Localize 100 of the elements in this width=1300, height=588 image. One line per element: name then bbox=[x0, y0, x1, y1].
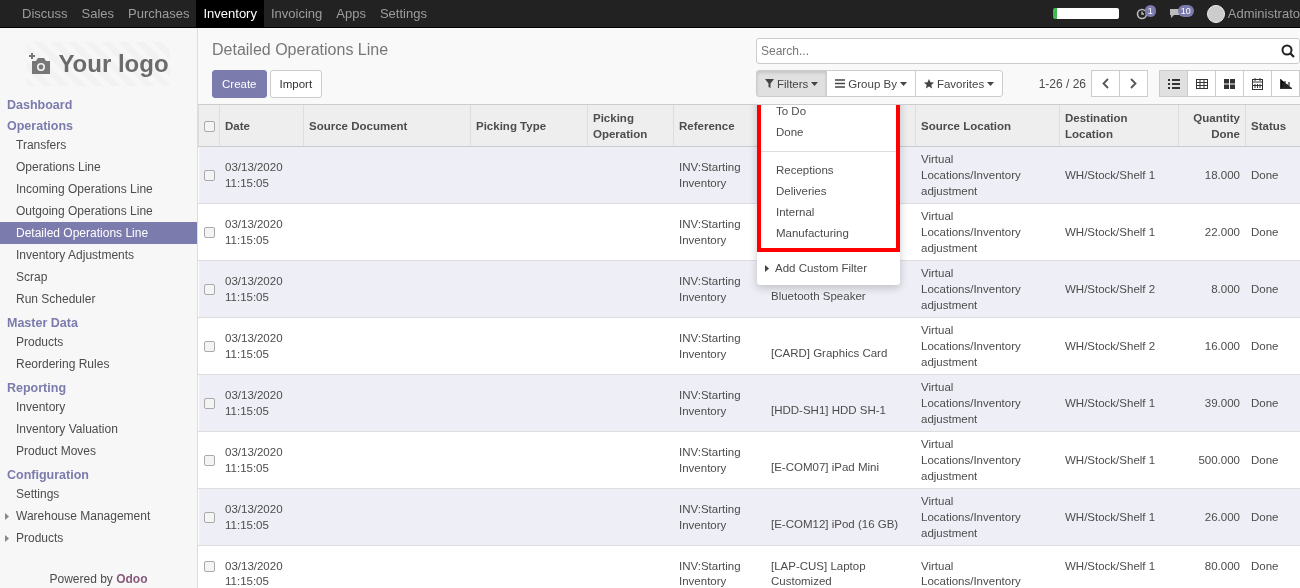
sidebar-item[interactable]: Inventory Adjustments bbox=[0, 244, 197, 266]
menu-item-label[interactable]: Run Scheduler bbox=[16, 292, 96, 306]
row-checkbox[interactable] bbox=[204, 512, 215, 524]
import-button[interactable]: Import bbox=[269, 70, 323, 98]
sidebar-item[interactable]: Inventory bbox=[0, 396, 197, 418]
menu-item-label[interactable]: Scrap bbox=[16, 270, 48, 284]
activity-icon[interactable] bbox=[1135, 7, 1148, 20]
menu-item-label[interactable]: Operations Line bbox=[16, 160, 101, 174]
caret-icon[interactable] bbox=[5, 512, 9, 520]
app-menu-item[interactable]: Invoicing bbox=[263, 0, 330, 27]
menu-item-label[interactable]: Transfers bbox=[16, 138, 67, 152]
app-menu-item[interactable]: Inventory bbox=[196, 0, 264, 27]
menu-item-label[interactable]: Products bbox=[16, 531, 64, 545]
add-custom-filter[interactable]: Add Custom Filter bbox=[757, 252, 900, 281]
menu-section-title[interactable]: Reporting bbox=[0, 380, 197, 396]
app-menu-item[interactable]: Apps bbox=[329, 0, 373, 27]
table-cell: WH/Stock/Shelf 2 bbox=[1065, 283, 1156, 295]
menu-section-title[interactable]: Configuration bbox=[0, 467, 197, 483]
filter-option[interactable]: Internal bbox=[761, 202, 896, 223]
sidebar-item[interactable]: Outgoing Operations Line bbox=[0, 200, 197, 222]
app-menu-item[interactable]: Settings bbox=[372, 0, 434, 27]
chat-icon[interactable] bbox=[1168, 8, 1181, 19]
sidebar-item[interactable]: Products bbox=[0, 331, 197, 353]
bar-chart-icon[interactable] bbox=[1279, 78, 1292, 89]
menu-item-label[interactable]: Detailed Operations Line bbox=[16, 226, 149, 240]
menu-item-label[interactable]: Settings bbox=[16, 487, 60, 501]
sidebar-item[interactable]: Operations Line bbox=[0, 156, 197, 178]
sidebar-item[interactable]: Detailed Operations Line bbox=[0, 222, 197, 244]
row-checkbox[interactable] bbox=[204, 398, 215, 410]
table-cell: [LAP-CUS] Laptop Customized bbox=[771, 560, 866, 587]
create-button[interactable]: Create bbox=[212, 70, 267, 98]
previous-button[interactable] bbox=[1091, 70, 1120, 97]
table-cell: Done bbox=[1251, 169, 1279, 181]
menu-item-label[interactable]: Inventory Valuation bbox=[16, 422, 118, 436]
app-menu-item[interactable]: Purchases bbox=[121, 0, 197, 27]
select-all-checkbox[interactable] bbox=[204, 120, 215, 132]
menu-item-label[interactable]: Reordering Rules bbox=[16, 357, 110, 371]
menu-item-label[interactable]: Inventory bbox=[16, 400, 66, 414]
table-cell: WH/Stock/Shelf 1 bbox=[1065, 169, 1156, 181]
sidebar-item[interactable]: Warehouse Management bbox=[0, 505, 197, 527]
row-checkbox[interactable] bbox=[204, 227, 215, 239]
app-menu-item[interactable]: Discuss bbox=[15, 0, 75, 27]
row-checkbox[interactable] bbox=[204, 170, 215, 182]
powered-by-text: Powered by Odoo bbox=[48, 572, 149, 588]
search-option-button[interactable]: Group By bbox=[826, 70, 916, 97]
sidebar-item[interactable]: Inventory Valuation bbox=[0, 418, 197, 440]
calendar-view-button[interactable] bbox=[1243, 70, 1272, 97]
table-cell: [HDD-SH1] HDD SH-1 bbox=[771, 404, 886, 416]
chevron-right-icon[interactable] bbox=[1130, 78, 1137, 89]
filter-option[interactable]: Deliveries bbox=[761, 181, 896, 202]
kanban-view-button[interactable] bbox=[1215, 70, 1244, 97]
row-checkbox[interactable] bbox=[204, 455, 215, 467]
sidebar-item[interactable]: Settings bbox=[0, 483, 197, 505]
chevron-left-icon[interactable] bbox=[1102, 78, 1109, 89]
sidebar-item[interactable]: Reordering Rules bbox=[0, 353, 197, 375]
table-cell: Virtual Locations/Inventory adjustment bbox=[921, 210, 1021, 254]
filter-option[interactable]: To Do bbox=[761, 105, 896, 122]
sidebar-item[interactable]: Scrap bbox=[0, 266, 197, 288]
tiles-icon[interactable] bbox=[1224, 78, 1235, 89]
list-view-button[interactable] bbox=[1159, 70, 1188, 97]
table-icon[interactable] bbox=[1195, 78, 1208, 89]
list-icon[interactable] bbox=[1167, 78, 1180, 89]
row-checkbox[interactable] bbox=[204, 341, 215, 353]
caret-icon bbox=[811, 81, 819, 86]
caret-icon[interactable] bbox=[5, 534, 9, 542]
menu-item-label[interactable]: Inventory Adjustments bbox=[16, 248, 135, 262]
menu-item-label[interactable]: Product Moves bbox=[16, 444, 97, 458]
filter-option[interactable]: Receptions bbox=[761, 160, 896, 181]
avatar[interactable] bbox=[1206, 4, 1225, 23]
column-header[interactable]: Date bbox=[225, 117, 250, 134]
sidebar-item[interactable]: Run Scheduler bbox=[0, 288, 197, 310]
sidebar-item[interactable]: Product Moves bbox=[0, 440, 197, 462]
row-checkbox[interactable] bbox=[204, 561, 215, 573]
menu-item-label[interactable]: Incoming Operations Line bbox=[16, 182, 153, 196]
menu-item-label[interactable]: Products bbox=[16, 335, 64, 349]
sidebar-item[interactable]: Products bbox=[0, 527, 197, 549]
row-checkbox[interactable] bbox=[204, 284, 215, 296]
menu-icon bbox=[835, 79, 846, 88]
search-icon[interactable] bbox=[1281, 44, 1295, 58]
menu-item-label[interactable]: Warehouse Management bbox=[16, 509, 151, 523]
grid-view-button[interactable] bbox=[1187, 70, 1216, 97]
table-cell: INV:Starting Inventory bbox=[679, 332, 741, 360]
search-option-button[interactable]: Favorites bbox=[914, 70, 1004, 97]
search-option-button[interactable]: Filters bbox=[756, 70, 828, 97]
search-field[interactable]: Search... bbox=[756, 38, 1300, 64]
filter-option[interactable]: Done bbox=[761, 122, 896, 143]
filter-option[interactable]: Manufacturing bbox=[761, 223, 896, 244]
sidebar-item[interactable]: Transfers bbox=[0, 134, 197, 156]
menu-section-title[interactable]: Dashboard bbox=[0, 97, 197, 113]
sidebar-item[interactable]: Incoming Operations Line bbox=[0, 178, 197, 200]
menu-item-label[interactable]: Outgoing Operations Line bbox=[16, 204, 153, 218]
chart-view-button[interactable] bbox=[1271, 70, 1300, 97]
menu-section-title[interactable]: Operations bbox=[0, 118, 197, 134]
calendar-icon[interactable] bbox=[1252, 77, 1263, 90]
next-button[interactable] bbox=[1119, 70, 1148, 97]
menu-section-title[interactable]: Master Data bbox=[0, 315, 197, 331]
user-name[interactable]: Administrato bbox=[1227, 6, 1300, 21]
star-icon bbox=[923, 78, 934, 89]
table-cell: Done bbox=[1251, 397, 1279, 409]
app-menu-item[interactable]: Sales bbox=[74, 0, 122, 27]
